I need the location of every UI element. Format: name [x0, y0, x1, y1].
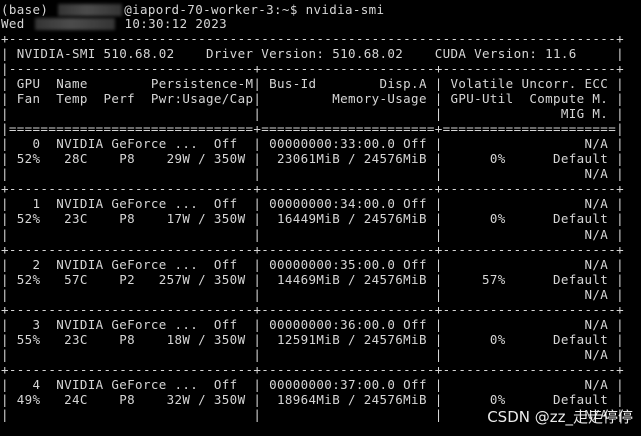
smi-output-line: | 49% 24C P8 32W / 350W | 18964MiB / 245… [1, 391, 624, 407]
date-time-year: 10:30:12 2023 [124, 16, 227, 31]
conda-env-label: (base) [1, 2, 49, 17]
smi-output-line: |===============================+=======… [1, 121, 624, 137]
smi-output-line: | 1 NVIDIA GeForce ... Off | 00000000:34… [1, 196, 624, 212]
smi-output-line: | Fan Temp Perf Pwr:Usage/Cap| Memory-Us… [1, 91, 624, 107]
smi-output-line: | | | N/A | [1, 286, 624, 302]
smi-output-line: | | | N/A | [1, 346, 624, 362]
smi-output-line: +-------------------------------+-------… [1, 301, 624, 317]
csdn-watermark: CSDN @zz_走走停停 [487, 408, 633, 426]
smi-output-line: | 4 NVIDIA GeForce ... Off | 00000000:37… [1, 376, 624, 392]
smi-output-line: | 52% 28C P8 29W / 350W | 23061MiB / 245… [1, 151, 624, 167]
smi-output-line: | 52% 23C P8 17W / 350W | 16449MiB / 245… [1, 211, 624, 227]
date-line: Wed 10:30:12 2023 [1, 16, 227, 31]
prompt-host-command: @iapord-70-worker-3:~$ nvidia-smi [124, 2, 385, 17]
smi-output-line: +-------------------------------+-------… [1, 181, 624, 197]
smi-output-line: +-------------------------------+-------… [1, 241, 624, 257]
smi-output-line: |-------------------------------+-------… [1, 61, 624, 77]
smi-output-line: | 55% 23C P8 18W / 350W | 12591MiB / 245… [1, 331, 624, 347]
smi-output-line: | | | N/A | [1, 226, 624, 242]
smi-output-line: +-------------------------------+-------… [1, 361, 624, 377]
smi-output-line: | 2 NVIDIA GeForce ... Off | 00000000:35… [1, 256, 624, 272]
redacted-date [34, 18, 115, 30]
smi-output-line: | 0 NVIDIA GeForce ... Off | 00000000:33… [1, 136, 624, 152]
date-day: Wed [1, 16, 25, 31]
smi-output-line: | 52% 57C P2 257W / 350W | 14469MiB / 24… [1, 271, 624, 287]
smi-output-line: | 3 NVIDIA GeForce ... Off | 00000000:36… [1, 316, 624, 332]
shell-prompt-line: (base) @iapord-70-worker-3:~$ nvidia-smi [1, 2, 384, 17]
redacted-username [58, 4, 123, 16]
smi-output-line: | | | MIG M. | [1, 106, 624, 122]
smi-output-line: | GPU Name Persistence-M| Bus-Id Disp.A … [1, 76, 624, 92]
smi-output-line: | | | N/A | [1, 166, 624, 182]
smi-output-line: | NVIDIA-SMI 510.68.02 Driver Version: 5… [1, 46, 624, 62]
terminal-window[interactable]: (base) @iapord-70-worker-3:~$ nvidia-smi… [0, 0, 641, 436]
smi-output-line: +---------------------------------------… [1, 31, 624, 46]
